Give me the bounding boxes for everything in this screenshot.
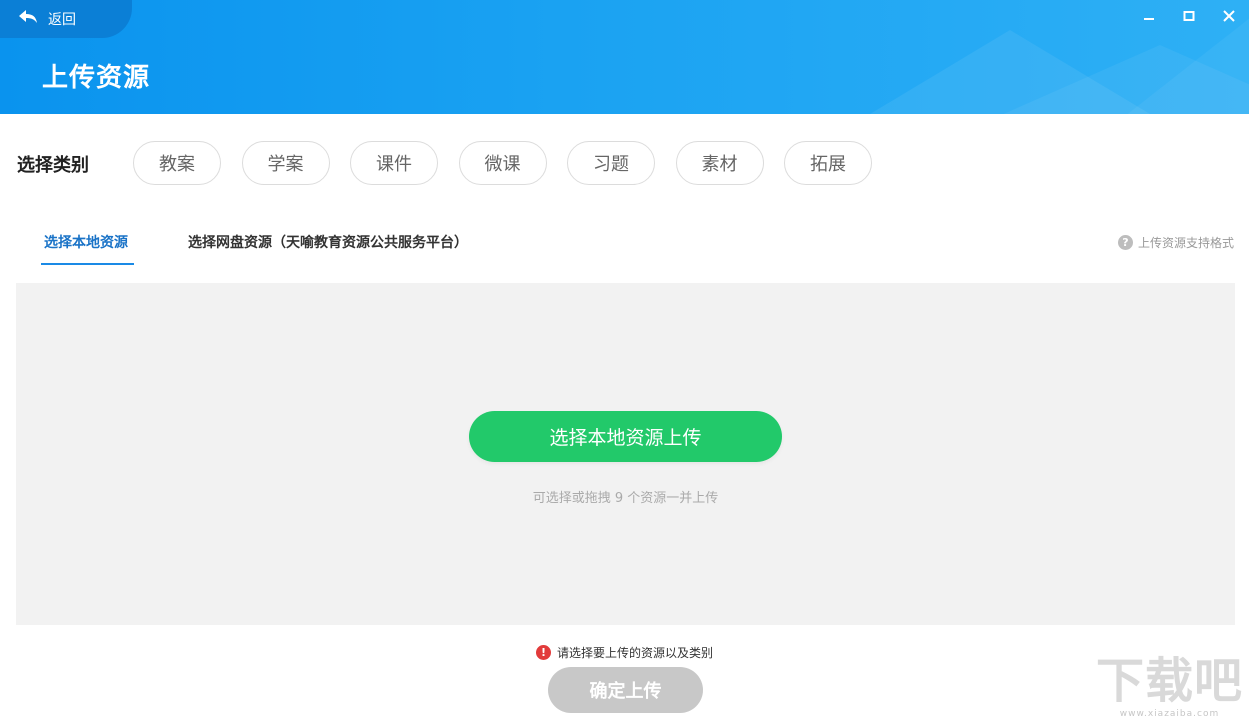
select-local-upload-button[interactable]: 选择本地资源上传 [469,411,782,462]
tab-cloud-resource[interactable]: 选择网盘资源（天喻教育资源公共服务平台） [188,232,468,252]
page-title: 上传资源 [42,63,151,93]
tab-local-resource[interactable]: 选择本地资源 [44,232,128,252]
file-drop-zone[interactable]: 选择本地资源上传 可选择或拖拽 9 个资源一并上传 [16,283,1235,625]
back-button[interactable]: 返回 [0,0,132,38]
category-option-xiti[interactable]: 习题 [567,141,655,185]
minimize-button[interactable] [1129,0,1169,34]
minimize-icon [1142,8,1156,27]
watermark-mark: 下载吧 [1095,653,1243,709]
maximize-button[interactable] [1169,0,1209,34]
category-option-sucai[interactable]: 素材 [675,141,764,185]
maximize-icon [1182,8,1196,27]
upload-hint: 可选择或拖拽 9 个资源一并上传 [532,491,719,506]
back-arrow-icon [18,9,38,29]
category-list: 教案 学案 课件 微课 习题 素材 拓展 [133,141,893,185]
category-option-weike[interactable]: 微课 [458,141,547,185]
window-controls [1129,0,1249,34]
active-tab-indicator [41,263,134,265]
category-option-kejian[interactable]: 课件 [350,141,438,185]
confirm-upload-button[interactable]: 确定上传 [548,667,703,713]
back-label: 返回 [48,12,76,28]
category-option-tuozhan[interactable]: 拓展 [784,141,872,185]
category-label: 选择类别 [17,155,89,176]
watermark-logo: 下载吧 www.xiazaiba.com [1096,653,1243,719]
watermark-url: www.xiazaiba.com [1119,709,1220,719]
supported-formats-link[interactable]: ? 上传资源支持格式 [1117,234,1234,251]
close-button[interactable] [1209,0,1249,34]
category-option-xuean[interactable]: 学案 [241,141,330,185]
validation-text: 请选择要上传的资源以及类别 [556,646,713,660]
question-icon: ? [1117,235,1133,250]
validation-message: ! 请选择要上传的资源以及类别 [0,644,1249,661]
warning-icon: ! [535,645,551,660]
close-icon [1222,8,1236,27]
title-bar: 返回 上传资源 [0,0,1249,114]
supported-formats-label: 上传资源支持格式 [1137,236,1234,250]
category-option-jiaoan[interactable]: 教案 [133,141,221,185]
